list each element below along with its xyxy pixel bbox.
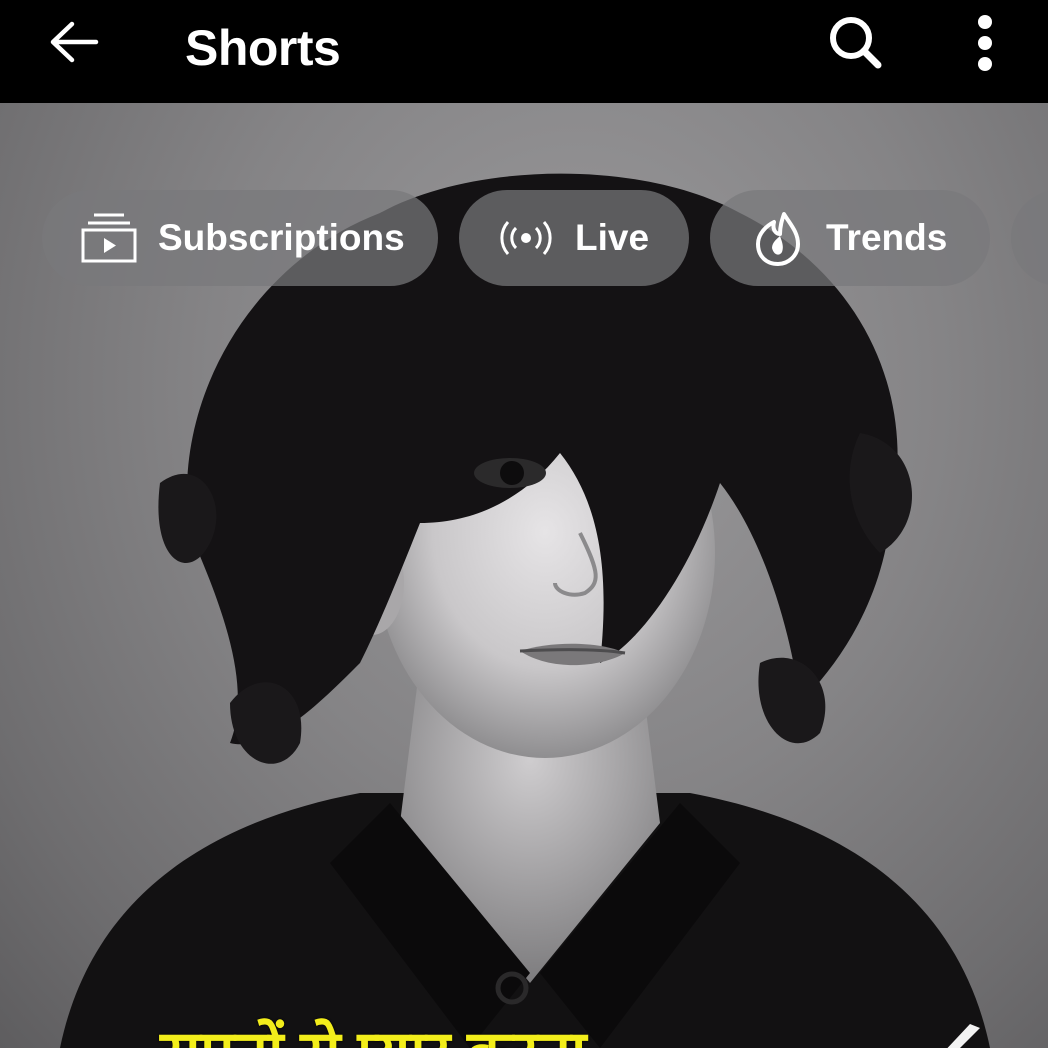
more-options-button[interactable] xyxy=(955,8,1015,78)
search-icon xyxy=(830,17,882,69)
filter-chips-row: Subscriptions Live Trends xyxy=(0,190,1048,286)
shorts-screen: Shorts Subscriptions Live Trends xyxy=(0,0,1048,1048)
chip-live-label: Live xyxy=(575,217,650,258)
top-app-bar: Shorts xyxy=(0,0,1048,103)
chip-trends-label: Trends xyxy=(826,217,948,258)
search-button[interactable] xyxy=(818,8,894,78)
chip-subscriptions-label: Subscriptions xyxy=(158,217,405,258)
live-broadcast-icon xyxy=(497,218,555,258)
page-title: Shorts xyxy=(185,20,341,76)
video-caption: सपनों से प्यार करना xyxy=(160,1018,586,1048)
chip-more-partial[interactable] xyxy=(1011,190,1048,286)
pencil-icon xyxy=(947,1024,980,1048)
subscriptions-icon xyxy=(80,212,138,264)
back-button[interactable] xyxy=(40,10,108,74)
more-vertical-icon xyxy=(978,15,992,71)
trends-flame-icon xyxy=(754,210,802,266)
chip-trends[interactable]: Trends xyxy=(710,190,990,286)
arrow-left-icon xyxy=(50,21,99,63)
chip-subscriptions[interactable]: Subscriptions xyxy=(42,190,438,286)
chip-live[interactable]: Live xyxy=(459,190,689,286)
